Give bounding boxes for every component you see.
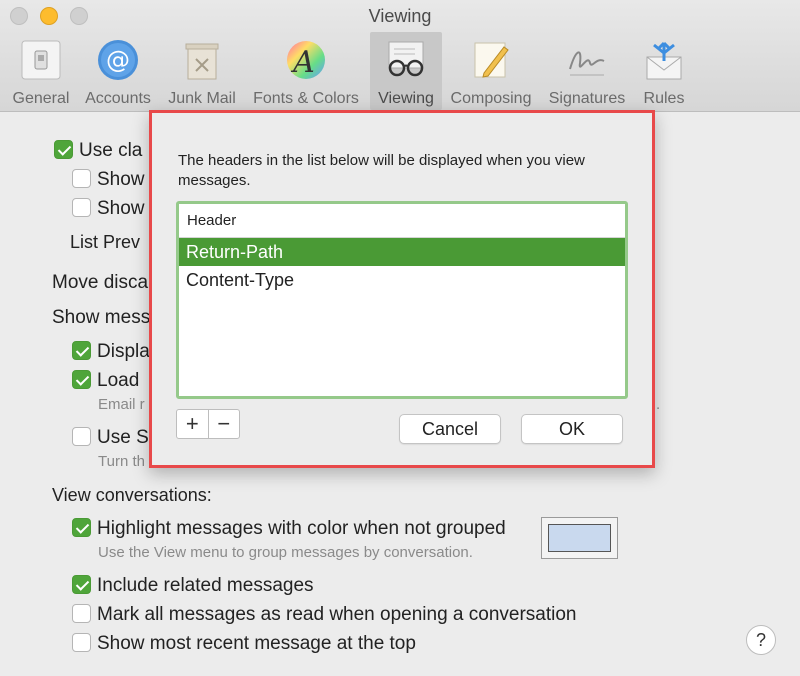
toolbar-junk-mail[interactable]: Junk Mail — [164, 32, 240, 110]
toolbar-label: Rules — [643, 90, 685, 107]
switch-icon — [19, 38, 63, 82]
glasses-icon — [384, 38, 428, 82]
checkbox[interactable] — [72, 427, 91, 446]
at-sign-icon: @ — [96, 38, 140, 82]
checkbox[interactable] — [72, 370, 91, 389]
signature-icon — [565, 38, 609, 82]
checkbox[interactable] — [72, 633, 91, 652]
option-label: Show most recent message at the top — [97, 633, 416, 654]
note-ending: . — [656, 396, 661, 413]
option-label: Highlight messages with color when not g… — [97, 518, 506, 539]
view-conversations-heading: View conversations: — [52, 485, 212, 505]
add-remove-control: + − — [176, 409, 240, 439]
envelope-arrows-icon — [642, 38, 686, 82]
toolbar-label: Composing — [450, 90, 532, 107]
show-option-1[interactable]: Show — [72, 169, 145, 191]
highlight-note: Use the View menu to group messages by c… — [98, 544, 473, 561]
use-s-option[interactable]: Use S — [72, 427, 149, 449]
toolbar-label: General — [12, 90, 70, 107]
custom-headers-sheet: The headers in the list below will be di… — [149, 110, 655, 468]
sheet-message: The headers in the list below will be di… — [178, 152, 585, 189]
color-wheel-icon: A — [284, 38, 328, 82]
checkbox[interactable] — [72, 604, 91, 623]
add-header-button[interactable]: + — [177, 410, 209, 438]
toolbar-accounts[interactable]: @ Accounts — [82, 32, 154, 110]
remove-header-button[interactable]: − — [209, 410, 240, 438]
mark-read-option[interactable]: Mark all messages as read when opening a… — [72, 604, 577, 626]
checkbox[interactable] — [72, 341, 91, 360]
option-label: Show — [97, 169, 145, 190]
option-label: Use cla — [79, 140, 143, 161]
checkbox[interactable] — [72, 198, 91, 217]
option-label: Include related messages — [97, 575, 314, 596]
ok-button[interactable]: OK — [521, 414, 623, 444]
list-item[interactable]: Content-Type — [179, 266, 625, 294]
svg-text:A: A — [290, 45, 315, 80]
option-label: Load — [97, 370, 140, 391]
toolbar-label: Fonts & Colors — [253, 90, 359, 107]
list-item[interactable]: Return-Path — [179, 238, 625, 266]
toolbar-viewing[interactable]: Viewing — [370, 32, 442, 110]
use-classic-option[interactable]: Use cla — [54, 140, 142, 162]
checkbox[interactable] — [72, 575, 91, 594]
show-message-label: Show mess — [52, 307, 151, 328]
load-option[interactable]: Load — [72, 370, 139, 392]
toolbar-signatures[interactable]: Signatures — [544, 32, 630, 110]
option-label: Use S — [97, 427, 149, 448]
show-option-2[interactable]: Show — [72, 198, 145, 220]
option-label: Mark all messages as read when opening a… — [97, 604, 577, 625]
toolbar-label: Signatures — [548, 90, 626, 107]
toolbar-fonts-colors[interactable]: A Fonts & Colors — [248, 32, 364, 110]
svg-text:@: @ — [106, 46, 130, 74]
title-bar: Viewing General @ Accounts Junk Mail A F… — [0, 0, 800, 112]
help-button[interactable]: ? — [746, 625, 776, 655]
toolbar-general[interactable]: General — [8, 32, 74, 110]
checkbox[interactable] — [54, 140, 73, 159]
toolbar-label: Accounts — [85, 90, 151, 107]
highlight-color-well[interactable] — [541, 517, 618, 559]
display-option[interactable]: Displa — [72, 341, 150, 363]
turn-note: Turn th — [98, 453, 145, 470]
headers-list[interactable]: Header Return-Path Content-Type — [176, 201, 628, 399]
show-recent-option[interactable]: Show most recent message at the top — [72, 633, 416, 655]
toolbar-label: Viewing — [378, 90, 434, 107]
toolbar-composing[interactable]: Composing — [446, 32, 536, 110]
email-note: Email r — [98, 396, 145, 413]
color-swatch — [548, 524, 611, 552]
viewing-preferences-window: Viewing General @ Accounts Junk Mail A F… — [0, 0, 800, 676]
highlight-option[interactable]: Highlight messages with color when not g… — [72, 518, 506, 540]
trash-icon — [180, 38, 224, 82]
column-header[interactable]: Header — [179, 204, 625, 238]
toolbar-label: Junk Mail — [168, 90, 236, 107]
window-title: Viewing — [368, 6, 432, 26]
pencil-icon — [469, 38, 513, 82]
list-preview-label: List Prev — [70, 232, 141, 252]
checkbox[interactable] — [72, 169, 91, 188]
move-discarded-label: Move disca — [52, 272, 149, 293]
include-related-option[interactable]: Include related messages — [72, 575, 314, 597]
option-label: Show — [97, 198, 145, 219]
option-label: Displa — [97, 341, 150, 362]
toolbar-rules[interactable]: Rules — [636, 32, 692, 110]
cancel-button[interactable]: Cancel — [399, 414, 501, 444]
checkbox[interactable] — [72, 518, 91, 537]
